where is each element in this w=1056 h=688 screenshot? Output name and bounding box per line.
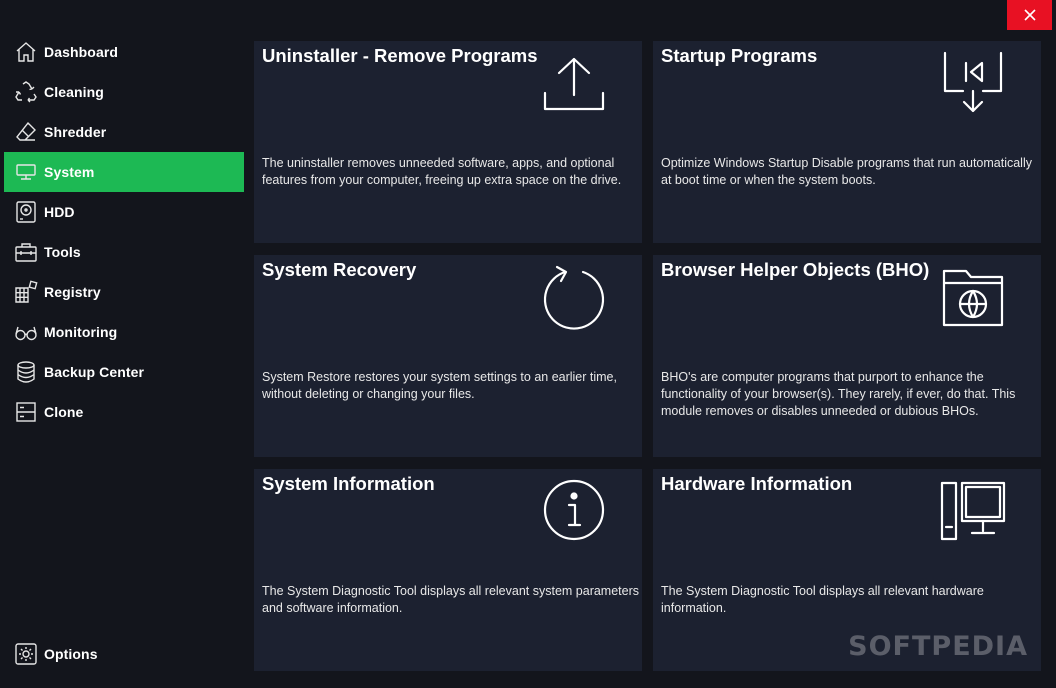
- card-title: System Recovery: [262, 259, 417, 280]
- sidebar-item-system[interactable]: System: [4, 152, 244, 192]
- toolbox-icon: [13, 239, 39, 265]
- card-description: The System Diagnostic Tool displays all …: [262, 584, 640, 615]
- card-description: System Restore restores your system sett…: [262, 370, 617, 401]
- eraser-icon: [13, 119, 39, 145]
- system-icon: [13, 159, 39, 185]
- sidebar-item-cleaning[interactable]: Cleaning: [4, 72, 244, 112]
- card-system-recovery[interactable]: System Recovery System Restore restores …: [254, 255, 642, 457]
- sidebar-item-label: Options: [44, 646, 98, 662]
- card-title: System Information: [262, 473, 435, 494]
- sidebar: Dashboard Cleaning Shredder System HDD T…: [4, 32, 244, 684]
- sidebar-item-label: Registry: [44, 284, 101, 300]
- card-description: Optimize Windows Startup Disable program…: [661, 156, 1032, 187]
- startup-icon: [938, 47, 1008, 117]
- sidebar-item-clone[interactable]: Clone: [4, 392, 244, 432]
- registry-icon: [13, 279, 39, 305]
- sidebar-item-label: Tools: [44, 244, 81, 260]
- restore-icon: [539, 261, 609, 331]
- sidebar-item-shredder[interactable]: Shredder: [4, 112, 244, 152]
- card-uninstaller[interactable]: Uninstaller - Remove Programs The uninst…: [254, 41, 642, 243]
- computer-icon: [938, 477, 1008, 547]
- sidebar-item-label: Backup Center: [44, 364, 145, 380]
- card-browser-helper-objects[interactable]: Browser Helper Objects (BHO) BHO's are c…: [653, 255, 1041, 457]
- sidebar-item-label: HDD: [44, 204, 75, 220]
- sidebar-item-options[interactable]: Options: [4, 634, 244, 674]
- sidebar-item-dashboard[interactable]: Dashboard: [4, 32, 244, 72]
- upload-icon: [539, 51, 609, 121]
- info-icon: [539, 475, 609, 545]
- clone-icon: [13, 399, 39, 425]
- watermark: SOFTPEDIA: [848, 631, 1028, 662]
- card-title: Uninstaller - Remove Programs: [262, 45, 538, 66]
- home-icon: [13, 39, 39, 65]
- card-title: Startup Programs: [661, 45, 818, 66]
- card-startup-programs[interactable]: Startup Programs Optimize Windows Startu…: [653, 41, 1041, 243]
- close-button[interactable]: [1007, 0, 1052, 30]
- sidebar-item-label: Clone: [44, 404, 84, 420]
- card-title: Browser Helper Objects (BHO): [661, 259, 930, 280]
- sidebar-item-monitoring[interactable]: Monitoring: [4, 312, 244, 352]
- sidebar-item-registry[interactable]: Registry: [4, 272, 244, 312]
- hdd-icon: [13, 199, 39, 225]
- close-icon: [1023, 9, 1036, 21]
- card-system-information[interactable]: System Information The System Diagnostic…: [254, 469, 642, 671]
- glasses-icon: [13, 319, 39, 345]
- sidebar-item-label: Dashboard: [44, 44, 119, 60]
- card-description: The uninstaller removes unneeded softwar…: [262, 156, 622, 187]
- database-icon: [13, 359, 39, 385]
- gear-icon: [13, 641, 39, 667]
- card-title: Hardware Information: [661, 473, 853, 494]
- sidebar-item-tools[interactable]: Tools: [4, 232, 244, 272]
- card-description: BHO's are computer programs that purport…: [661, 370, 1016, 418]
- sidebar-item-label: Cleaning: [44, 84, 104, 100]
- folder-globe-icon: [938, 263, 1008, 333]
- sidebar-item-hdd[interactable]: HDD: [4, 192, 244, 232]
- sidebar-item-label: Monitoring: [44, 324, 118, 340]
- sidebar-item-backup-center[interactable]: Backup Center: [4, 352, 244, 392]
- app-window: Dashboard Cleaning Shredder System HDD T…: [0, 0, 1056, 688]
- sidebar-item-label: Shredder: [44, 124, 107, 140]
- recycle-icon: [13, 79, 39, 105]
- sidebar-item-label: System: [44, 164, 95, 180]
- card-description: The System Diagnostic Tool displays all …: [661, 584, 984, 615]
